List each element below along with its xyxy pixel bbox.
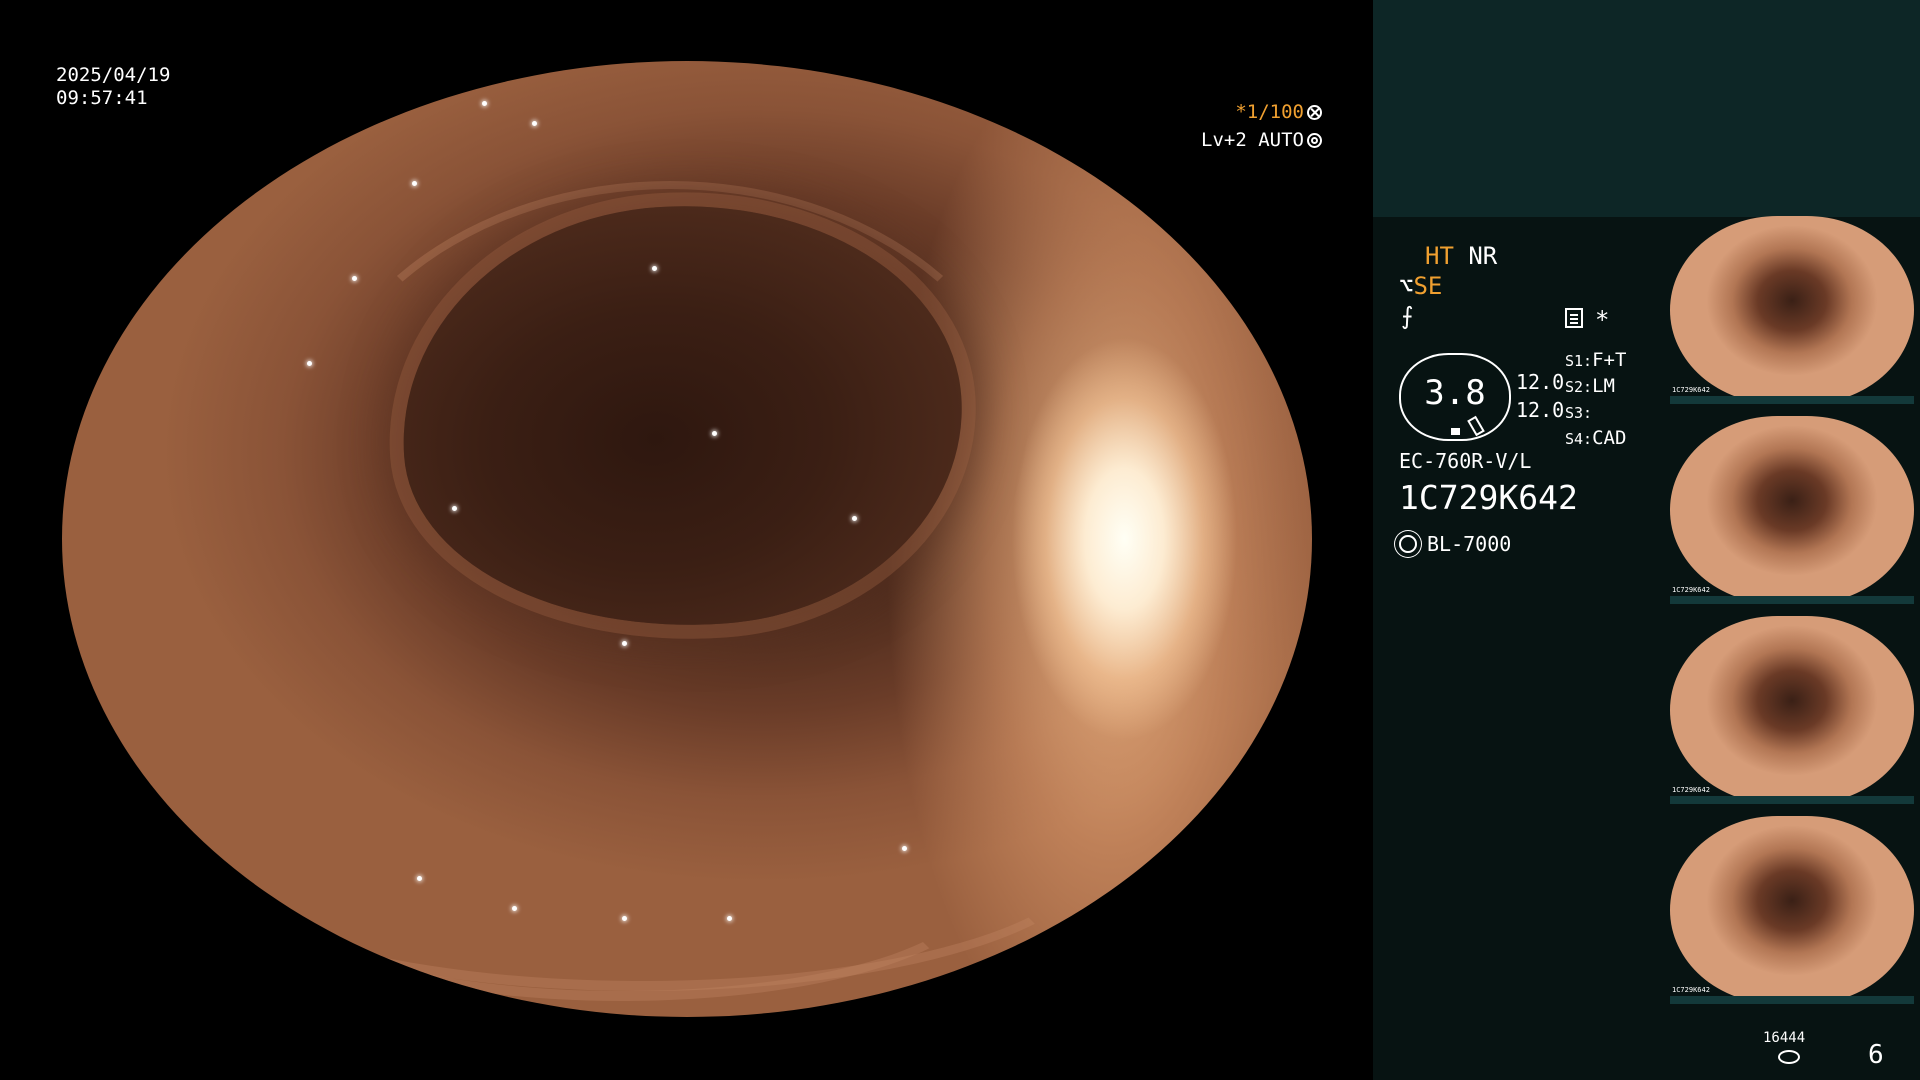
thumbnail-image	[1670, 616, 1914, 804]
thumbnail-image	[1670, 216, 1914, 404]
thumbnail[interactable]: 1C729K642	[1670, 616, 1914, 804]
scope-serial: 1C729K642	[1399, 478, 1578, 517]
thumbnail-bar	[1670, 396, 1914, 404]
light-reflection	[652, 266, 657, 271]
light-reflection	[307, 361, 312, 366]
thumbnail[interactable]: 1C729K642	[1670, 816, 1914, 1004]
storage-icon	[1778, 1050, 1800, 1064]
thumbnail-label: 1C729K642	[1672, 386, 1710, 394]
light-reflection	[417, 876, 422, 881]
gauge-number-b: 12.0	[1516, 398, 1565, 422]
level-text: Lv+2 AUTO	[1201, 129, 1304, 151]
thumbnail-bar	[1670, 796, 1914, 804]
tone-curve-icon: ⨍	[1401, 302, 1414, 330]
shutter-icon	[1307, 105, 1322, 120]
tone-row: ⨍	[1401, 302, 1414, 330]
star-indicator: *	[1595, 306, 1610, 334]
mask-top	[0, 0, 1372, 61]
scope-model: EC-760R-V/L	[1399, 449, 1532, 473]
thumbnail-label: 1C729K642	[1672, 786, 1710, 794]
status-panel: HT NR ⌥SE ⨍ * 3.8 12.0 12.0 S1:F+T S2:LM…	[1373, 0, 1920, 1080]
mucosal-fold	[262, 781, 982, 1001]
structure-enhance-icon: ⌥	[1399, 272, 1414, 300]
gauge-number-a: 12.0	[1516, 370, 1565, 394]
thumbnail-label: 1C729K642	[1672, 986, 1710, 994]
endoscope-image	[62, 61, 1312, 1017]
light-reflection	[452, 506, 457, 511]
light-reflection	[902, 846, 907, 851]
light-reflection	[352, 276, 357, 281]
thumbnail-label: 1C729K642	[1672, 586, 1710, 594]
slot-row: S3:	[1565, 400, 1626, 426]
switch-assignments: S1:F+T S2:LM S3: S4:CAD	[1565, 348, 1626, 452]
lamp-model: BL-7000	[1427, 532, 1512, 556]
light-reflection	[362, 76, 367, 81]
ht-nr-row: HT NR	[1425, 242, 1497, 270]
light-source: BL-7000	[1399, 532, 1511, 556]
light-reflection	[712, 431, 717, 436]
slot-key: S3:	[1565, 404, 1593, 422]
thumbnail[interactable]: 1C729K642	[1670, 416, 1914, 604]
slot-value: F+T	[1592, 349, 1627, 371]
shutter-text: *1/100	[1235, 101, 1304, 123]
thumbnail-bar	[1670, 596, 1914, 604]
slot-value: CAD	[1592, 427, 1627, 449]
light-reflection	[532, 121, 537, 126]
se-label: SE	[1413, 272, 1443, 300]
thumbnail-image	[1670, 416, 1914, 604]
slot-key: S4:	[1565, 430, 1593, 448]
bending-gauge: 3.8	[1399, 353, 1511, 441]
light-reflection	[482, 101, 487, 106]
iris-icon	[1307, 133, 1322, 148]
image-page-number: 6	[1868, 1040, 1884, 1070]
se-row: ⌥SE	[1399, 272, 1442, 300]
light-reflection	[622, 916, 627, 921]
light-reflection	[512, 906, 517, 911]
light-reflection	[412, 181, 417, 186]
thumbnail-image	[1670, 816, 1914, 1004]
shutter-row: *1/100	[1201, 98, 1322, 126]
slot-row: S4:CAD	[1565, 426, 1626, 452]
datetime-readout: 2025/04/19 09:57:41	[56, 64, 170, 110]
mask-bottom	[0, 1017, 1372, 1080]
gauge-marker	[1451, 428, 1460, 435]
lamp-icon	[1399, 535, 1417, 553]
endoscope-view: 2025/04/19 09:57:41 *1/100 Lv+2 AUTO	[0, 0, 1372, 1080]
slot-row: S2:LM	[1565, 374, 1626, 400]
light-reflection	[727, 916, 732, 921]
slot-row: S1:F+T	[1565, 348, 1626, 374]
date-text: 2025/04/19	[56, 64, 171, 86]
gauge-numbers: 12.0 12.0	[1516, 368, 1564, 424]
time-text: 09:57:41	[56, 87, 148, 109]
slot-value: LM	[1592, 375, 1615, 397]
storage-count: 16444	[1763, 1030, 1806, 1046]
slot-key: S2:	[1565, 378, 1593, 396]
light-reflection	[622, 641, 627, 646]
light-reflection	[852, 516, 857, 521]
thumbnail[interactable]: 1C729K642	[1670, 216, 1914, 404]
settings-list-icon	[1565, 308, 1583, 328]
thumbnail-bar	[1670, 996, 1914, 1004]
gauge-needle-icon	[1467, 415, 1485, 437]
slot-key: S1:	[1565, 352, 1593, 370]
panel-header-area	[1373, 0, 1920, 217]
nr-label: NR	[1468, 242, 1498, 270]
level-row: Lv+2 AUTO	[1201, 126, 1322, 154]
gauge-value: 3.8	[1424, 373, 1486, 413]
exposure-readout: *1/100 Lv+2 AUTO	[1201, 98, 1322, 154]
ht-label: HT	[1425, 242, 1454, 270]
